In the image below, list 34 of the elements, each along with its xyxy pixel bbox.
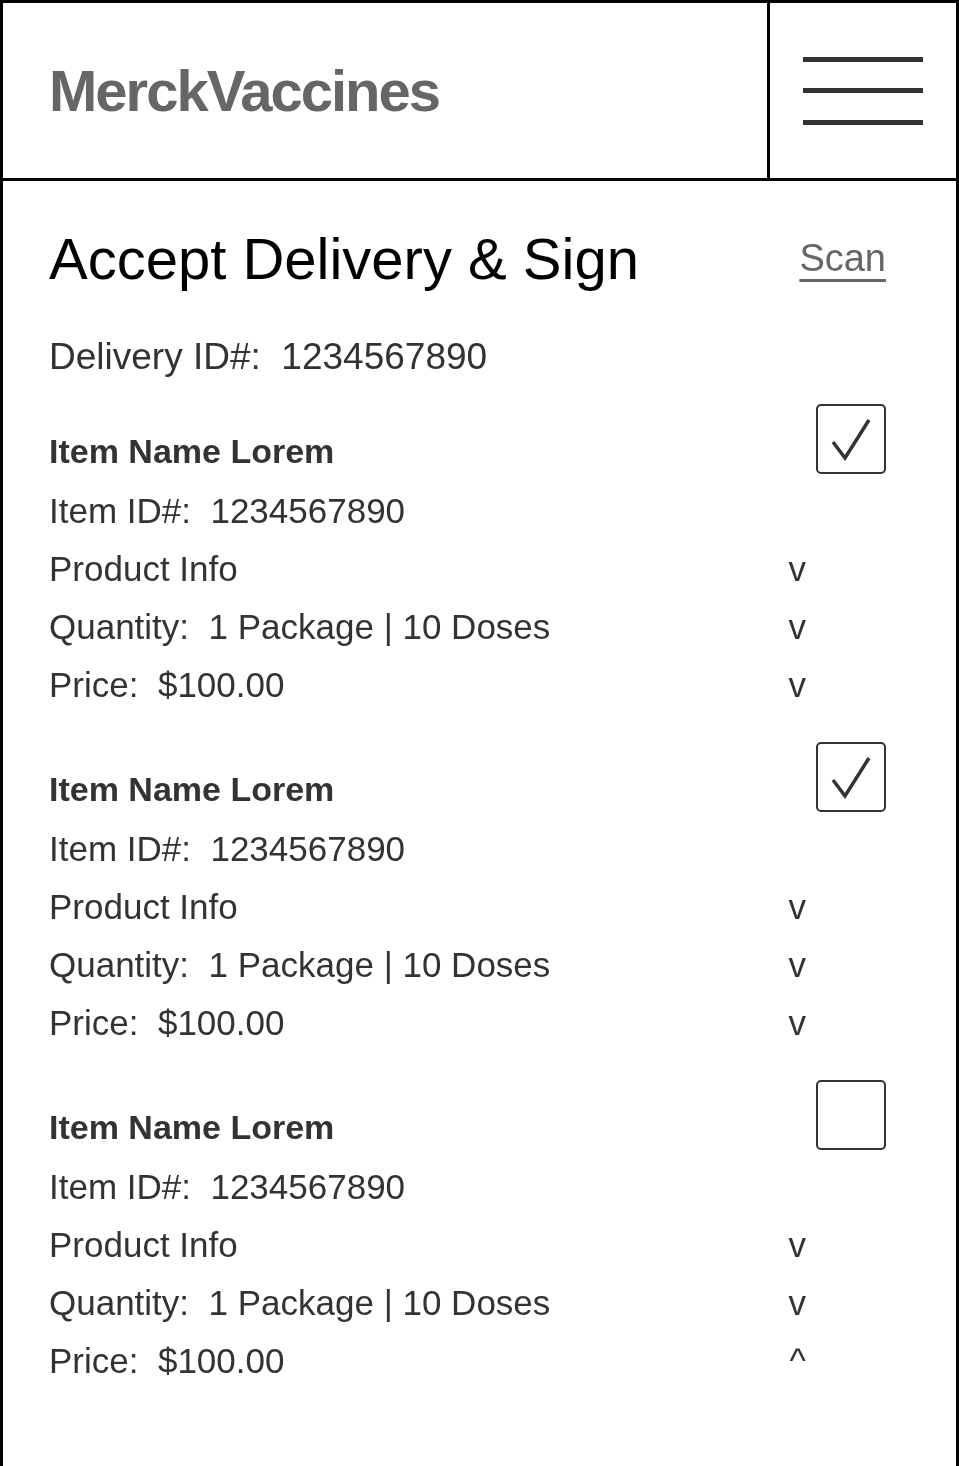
item-detail: Product Info	[49, 887, 238, 927]
check-icon	[829, 416, 873, 462]
expand-toggle[interactable]: v	[788, 1003, 806, 1043]
item-id: Item ID#: 1234567890	[49, 1167, 406, 1207]
menu-icon[interactable]	[803, 56, 923, 125]
item-detail: Price: $100.00	[49, 665, 285, 705]
expand-toggle[interactable]: v	[788, 1225, 806, 1265]
item-detail: Quantity: 1 Package | 10 Doses	[49, 1283, 551, 1323]
scan-link[interactable]: Scan	[799, 237, 886, 280]
item-detail: Product Info	[49, 1225, 238, 1265]
item-detail: Price: $100.00	[49, 1003, 285, 1043]
checkbox[interactable]	[816, 742, 886, 812]
item-detail: Product Info	[49, 549, 238, 589]
item-detail: Quantity: 1 Package | 10 Doses	[49, 607, 551, 647]
expand-toggle[interactable]: v	[788, 887, 806, 927]
expand-toggle[interactable]: v	[788, 945, 806, 985]
item-name: Item Name Lorem	[49, 432, 335, 471]
logo: MerckVaccines	[49, 57, 439, 124]
page-title: Accept Delivery & Sign	[49, 225, 639, 292]
expand-toggle[interactable]: ^	[789, 1341, 806, 1381]
item-name: Item Name Lorem	[49, 770, 335, 809]
item-id: Item ID#: 1234567890	[49, 491, 406, 531]
item-detail: Quantity: 1 Package | 10 Doses	[49, 945, 551, 985]
item-id: Item ID#: 1234567890	[49, 829, 406, 869]
delivery-id: Delivery ID#: 1234567890	[49, 336, 489, 378]
expand-toggle[interactable]: v	[788, 549, 806, 589]
check-icon	[829, 754, 873, 800]
checkbox[interactable]	[816, 1080, 886, 1150]
item-name: Item Name Lorem	[49, 1108, 335, 1147]
item-detail: Price: $100.00	[49, 1341, 285, 1381]
expand-toggle[interactable]: v	[788, 1283, 806, 1323]
expand-toggle[interactable]: v	[788, 607, 806, 647]
checkbox[interactable]	[816, 404, 886, 474]
expand-toggle[interactable]: v	[788, 665, 806, 705]
